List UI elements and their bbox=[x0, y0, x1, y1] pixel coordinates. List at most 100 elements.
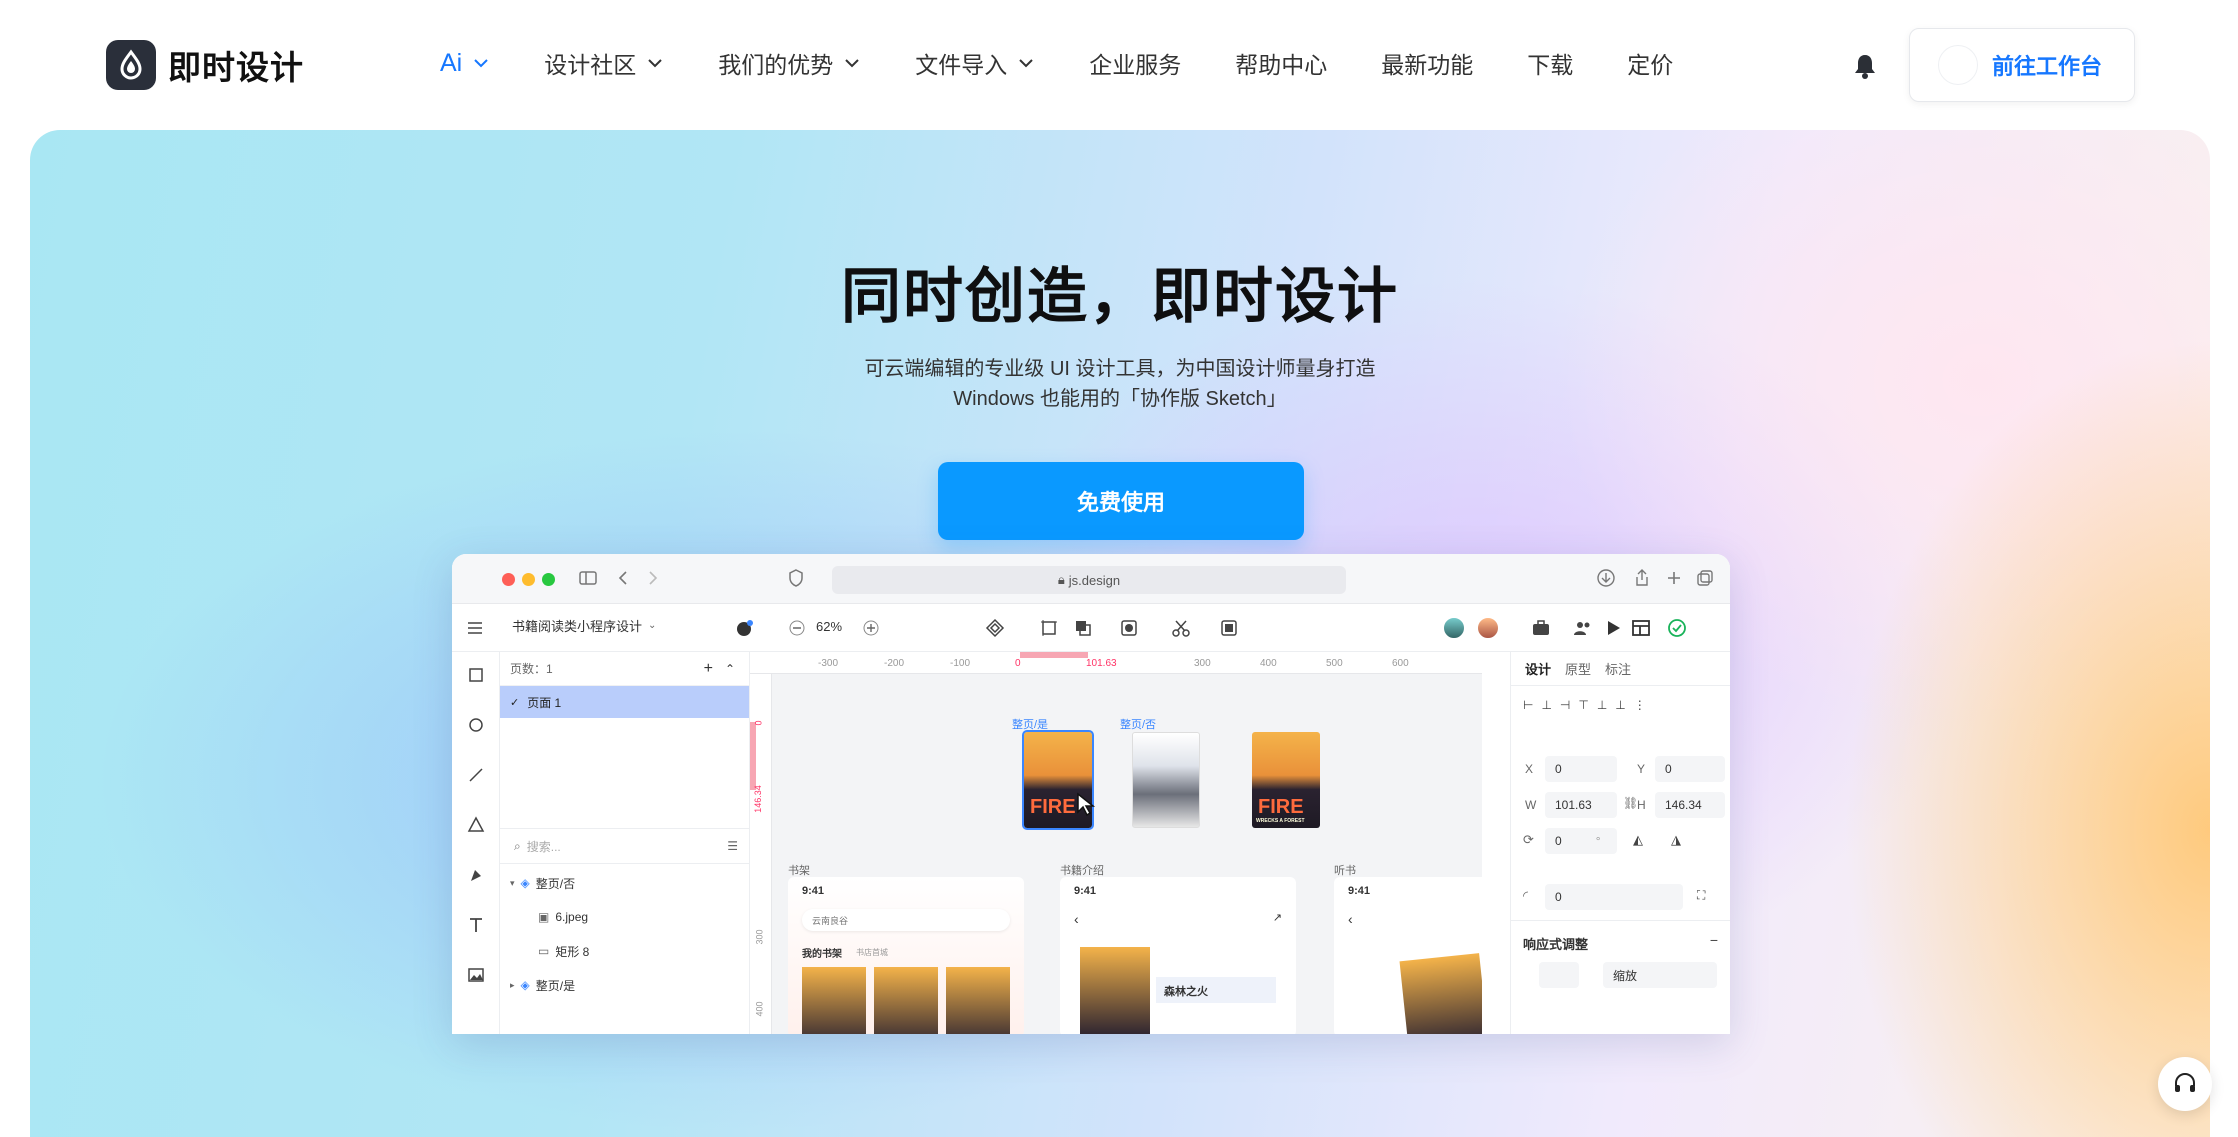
independent-corners-icon[interactable]: ⛶ bbox=[1697, 888, 1705, 903]
bell-icon[interactable] bbox=[1852, 52, 1878, 80]
phone-frame-bookshelf[interactable]: 9:41 云南良谷 我的书架 书店首城 bbox=[788, 877, 1024, 1034]
chevron-down-icon: ⌄ bbox=[648, 620, 657, 631]
tab-annotation[interactable]: 标注 bbox=[1605, 659, 1631, 678]
theme-icon[interactable] bbox=[734, 617, 756, 639]
layer-search[interactable]: ⌕ 搜索... ☰ bbox=[500, 828, 750, 864]
flip-vertical-icon[interactable]: ◮ bbox=[1671, 832, 1681, 848]
nav-item-new-features[interactable]: 最新功能 bbox=[1381, 46, 1473, 80]
nav-item-ai[interactable]: Ai bbox=[440, 49, 490, 78]
y-input[interactable]: 0 bbox=[1655, 756, 1725, 782]
filter-icon[interactable]: ☰ bbox=[727, 839, 738, 853]
tab-prototype[interactable]: 原型 bbox=[1565, 659, 1591, 678]
shelf-book[interactable] bbox=[874, 967, 938, 1034]
phone-frame-audiobook[interactable]: 9:41 ‹ bbox=[1334, 877, 1482, 1034]
rotation-input[interactable]: 0 ° bbox=[1545, 828, 1617, 854]
x-input[interactable]: 0 bbox=[1545, 756, 1617, 782]
layer-item[interactable]: ▭ 矩形 8 bbox=[500, 938, 750, 964]
design-canvas[interactable]: -300 -200 -100 0 101.63 300 400 500 600 … bbox=[750, 652, 1482, 1034]
corner-radius-input[interactable]: 0 bbox=[1545, 884, 1683, 910]
back-icon[interactable]: ‹ bbox=[1074, 911, 1079, 927]
briefcase-icon[interactable] bbox=[1530, 617, 1552, 639]
ruler-tick: 300 bbox=[1194, 658, 1211, 669]
layout-icon[interactable] bbox=[1630, 617, 1652, 639]
book-cover[interactable]: FIRE WRECKS A FOREST bbox=[1252, 732, 1320, 828]
nav-item-advantages[interactable]: 我们的优势 bbox=[718, 46, 861, 80]
project-name-dropdown[interactable]: 书籍阅读类小程序设计 ⌄ bbox=[512, 616, 656, 635]
align-middle-icon[interactable]: ⊥ bbox=[1597, 698, 1615, 712]
distribute-icon[interactable]: ⋮ bbox=[1634, 698, 1654, 712]
nav-item-file-import[interactable]: 文件导入 bbox=[915, 46, 1035, 80]
add-page-icon[interactable]: + bbox=[704, 660, 713, 678]
frame-label[interactable]: 整页/否 bbox=[1120, 716, 1156, 732]
chevron-down-icon bbox=[648, 59, 662, 68]
brand-logo[interactable]: 即时设计 bbox=[106, 40, 304, 90]
align-top-icon[interactable]: ⊤ bbox=[1578, 698, 1596, 712]
customer-support-button[interactable] bbox=[2158, 1057, 2212, 1111]
line-tool-icon[interactable] bbox=[465, 764, 487, 786]
align-right-icon[interactable]: ⊣ bbox=[1560, 698, 1578, 712]
free-use-button[interactable]: 免费使用 bbox=[938, 462, 1304, 540]
search-input[interactable]: 搜索... bbox=[527, 838, 561, 855]
polygon-tool-icon[interactable] bbox=[465, 814, 487, 836]
shelf-tab-active[interactable]: 我的书架 bbox=[802, 945, 842, 960]
chevron-up-icon[interactable]: ⌃ bbox=[725, 662, 735, 676]
scissors-icon[interactable] bbox=[1170, 617, 1192, 639]
tab-design[interactable]: 设计 bbox=[1525, 659, 1551, 678]
align-bottom-icon[interactable]: ⊥ bbox=[1615, 698, 1633, 712]
phone-frame-book-intro[interactable]: 9:41 ‹ ↗ 森林之火 bbox=[1060, 877, 1296, 1034]
collapse-icon[interactable]: − bbox=[1710, 932, 1718, 948]
zoom-in-icon[interactable] bbox=[860, 617, 882, 639]
mask-icon[interactable] bbox=[1118, 617, 1140, 639]
collaborator-avatar[interactable] bbox=[1442, 616, 1466, 640]
book-title: 森林之火 bbox=[1164, 986, 1208, 998]
zoom-level[interactable]: 62% bbox=[816, 619, 842, 634]
layer-item[interactable]: ▾ ◈ 整页/否 bbox=[500, 870, 750, 896]
text-tool-icon[interactable] bbox=[465, 914, 487, 936]
share-users-icon[interactable] bbox=[1572, 617, 1594, 639]
avatar bbox=[1938, 45, 1978, 85]
nav-item-design-community[interactable]: 设计社区 bbox=[544, 46, 664, 80]
frame-label[interactable]: 整页/是 bbox=[1012, 716, 1048, 732]
nav-item-pricing[interactable]: 定价 bbox=[1627, 46, 1673, 80]
shelf-tab[interactable]: 书店首城 bbox=[856, 947, 888, 958]
shelf-book[interactable] bbox=[946, 967, 1010, 1034]
scale-dropdown[interactable]: 缩放 bbox=[1603, 962, 1717, 988]
crop-icon[interactable] bbox=[1218, 617, 1240, 639]
nav-item-help[interactable]: 帮助中心 bbox=[1235, 46, 1327, 80]
menu-icon[interactable] bbox=[464, 617, 486, 639]
collaborator-avatar[interactable] bbox=[1476, 616, 1500, 640]
boolean-icon[interactable] bbox=[1072, 617, 1094, 639]
flip-horizontal-icon[interactable]: ◭ bbox=[1633, 832, 1643, 848]
ruler-tick: 300 bbox=[754, 929, 765, 945]
rectangle-tool-icon[interactable] bbox=[465, 664, 487, 686]
window-zoom-dot bbox=[542, 573, 555, 586]
layer-item[interactable]: ▣ 6.jpeg bbox=[500, 904, 750, 930]
nav-item-enterprise[interactable]: 企业服务 bbox=[1089, 46, 1181, 80]
pages-count: 页数：1 bbox=[510, 662, 553, 676]
phone-search-input[interactable]: 云南良谷 bbox=[802, 909, 1010, 931]
align-left-icon[interactable]: ⊢ bbox=[1523, 698, 1541, 712]
download-icon bbox=[1597, 569, 1615, 587]
h-input[interactable]: 146.34 bbox=[1655, 792, 1725, 818]
nav-item-download[interactable]: 下载 bbox=[1527, 46, 1573, 80]
rectangle-icon: ▭ bbox=[538, 944, 550, 958]
constraint-widget[interactable] bbox=[1539, 962, 1579, 988]
share-icon[interactable]: ↗ bbox=[1273, 911, 1282, 924]
play-icon[interactable] bbox=[1602, 617, 1624, 639]
rotation-value: 0 bbox=[1555, 834, 1562, 848]
book-cover[interactable] bbox=[1132, 732, 1200, 828]
pen-tool-icon[interactable] bbox=[465, 864, 487, 886]
image-tool-icon[interactable] bbox=[465, 964, 487, 986]
component-icon[interactable] bbox=[984, 617, 1006, 639]
layer-item[interactable]: ▸ ◈ 整页/是 bbox=[500, 972, 750, 998]
align-center-icon[interactable]: ⊥ bbox=[1541, 698, 1559, 712]
frame-icon[interactable] bbox=[1038, 617, 1060, 639]
back-icon[interactable]: ‹ bbox=[1348, 911, 1353, 927]
page-item[interactable]: ✓ 页面 1 bbox=[500, 686, 749, 718]
link-icon[interactable]: ⛓︎ bbox=[1623, 796, 1638, 810]
shelf-book[interactable] bbox=[802, 967, 866, 1034]
zoom-out-icon[interactable] bbox=[786, 617, 808, 639]
w-input[interactable]: 101.63 bbox=[1545, 792, 1617, 818]
go-to-workbench-button[interactable]: 前往工作台 bbox=[1909, 28, 2135, 102]
ellipse-tool-icon[interactable] bbox=[465, 714, 487, 736]
